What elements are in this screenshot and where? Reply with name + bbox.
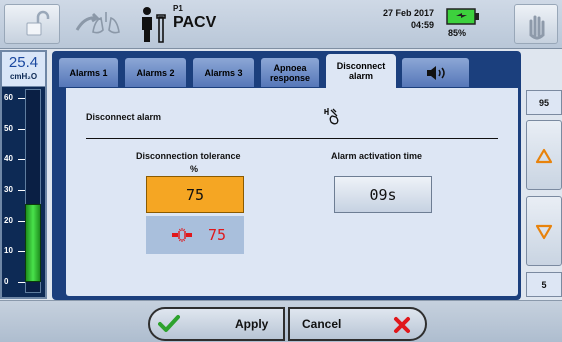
gauge-bar-fill bbox=[25, 204, 41, 282]
activation-time-label: Alarm activation time bbox=[331, 151, 423, 161]
cancel-button[interactable]: Cancel bbox=[288, 307, 427, 341]
apply-button[interactable]: Apply bbox=[148, 307, 285, 341]
gauge-tick-mark bbox=[18, 190, 25, 191]
unlock-icon bbox=[26, 10, 50, 36]
pressure-gauge: 25.4 cmH₂O 60 50 40 30 20 10 0 bbox=[0, 50, 47, 299]
pressure-value: 25.4 bbox=[8, 54, 39, 71]
tab-alarms-3[interactable]: Alarms 3 bbox=[192, 57, 255, 88]
top-bar: P1 PACV 27 Feb 2017 04:59 85% bbox=[0, 0, 562, 49]
tab-alarms-1[interactable]: Alarms 1 bbox=[58, 57, 119, 88]
gauge-tick-mark bbox=[18, 128, 25, 130]
lock-button[interactable] bbox=[4, 4, 60, 44]
gauge-tick-label: 0 bbox=[4, 277, 9, 286]
gauge-tick-label: 20 bbox=[4, 215, 13, 225]
gauge-tick-mark bbox=[18, 98, 25, 99]
disconnect-alarm-content: Disconnect alarm Disconnection tolerance… bbox=[66, 88, 518, 296]
battery-icon bbox=[446, 8, 479, 25]
tab-disconnect-alarm[interactable]: Disconnect alarm bbox=[326, 54, 396, 88]
range-min: 5 bbox=[526, 272, 562, 297]
lungs-icon bbox=[75, 12, 120, 34]
gauge-tick-mark bbox=[18, 251, 25, 253]
tab-sound[interactable] bbox=[401, 57, 470, 88]
disconnected-plug-icon bbox=[172, 228, 192, 242]
gauge-tick-mark bbox=[18, 159, 25, 161]
patient-info: P1 PACV bbox=[137, 2, 342, 46]
tolerance-current-box bbox=[146, 216, 244, 254]
tolerance-unit: % bbox=[190, 164, 199, 174]
gauge-tick-label: 30 bbox=[4, 185, 13, 194]
gauge-tick-label: 60 bbox=[4, 93, 13, 102]
time-label: 04:59 bbox=[410, 20, 434, 30]
hand-icon bbox=[529, 15, 545, 40]
gauge-tick-label: 40 bbox=[4, 154, 13, 164]
arrow-up-icon bbox=[535, 148, 553, 164]
battery-percent: 85% bbox=[448, 28, 467, 38]
section-divider bbox=[86, 138, 498, 139]
patient-icon bbox=[142, 7, 166, 43]
pressure-readout: 25.4 cmH₂O bbox=[2, 52, 45, 87]
status-area: 27 Feb 2017 04:59 85% bbox=[342, 2, 512, 46]
tolerance-setting[interactable]: 75 bbox=[146, 176, 244, 213]
patient-id: P1 bbox=[173, 4, 183, 13]
apply-label: Apply bbox=[235, 317, 269, 331]
pressure-unit: cmH₂O bbox=[9, 72, 38, 81]
activation-time-setting[interactable]: 09s bbox=[334, 176, 432, 213]
alarm-silence-button[interactable] bbox=[514, 4, 558, 44]
tolerance-label: Disconnection tolerance bbox=[136, 151, 241, 161]
checkmark-icon bbox=[158, 315, 180, 332]
tab-label: Alarms 3 bbox=[204, 67, 243, 78]
action-bar: Apply Cancel bbox=[0, 300, 562, 342]
tolerance-current-value: 75 bbox=[208, 226, 227, 244]
cancel-label: Cancel bbox=[302, 317, 342, 331]
arrow-down-icon bbox=[535, 224, 553, 240]
tab-label: Apnoea response bbox=[269, 62, 311, 83]
date-label: 27 Feb 2017 bbox=[382, 8, 434, 18]
gauge-tick-mark bbox=[18, 282, 25, 283]
confirm-buttons: Apply Cancel bbox=[148, 307, 427, 341]
tab-label: Alarms 1 bbox=[69, 67, 108, 78]
gauge-tick-label: 50 bbox=[4, 123, 13, 133]
close-icon bbox=[394, 317, 410, 333]
speaker-icon bbox=[426, 65, 445, 80]
tab-label: Alarms 2 bbox=[136, 67, 175, 78]
range-controls: 95 5 bbox=[526, 90, 562, 298]
tab-alarms-2[interactable]: Alarms 2 bbox=[124, 57, 187, 88]
tab-label: Disconnect alarm bbox=[336, 61, 386, 81]
ventilation-mode: PACV bbox=[173, 14, 217, 31]
range-max: 95 bbox=[526, 90, 562, 115]
ventilation-button[interactable] bbox=[63, 4, 129, 44]
gauge-tick-mark bbox=[18, 220, 25, 222]
decrease-button[interactable] bbox=[526, 196, 562, 266]
disconnect-icon bbox=[324, 108, 339, 125]
gauge-tick-label: 10 bbox=[4, 246, 13, 256]
tab-bar: Alarms 1 Alarms 2 Alarms 3 Apnoea respon… bbox=[54, 54, 474, 88]
tab-apnoea-response[interactable]: Apnoea response bbox=[260, 57, 320, 88]
increase-button[interactable] bbox=[526, 120, 562, 190]
section-title: Disconnect alarm bbox=[86, 112, 162, 122]
